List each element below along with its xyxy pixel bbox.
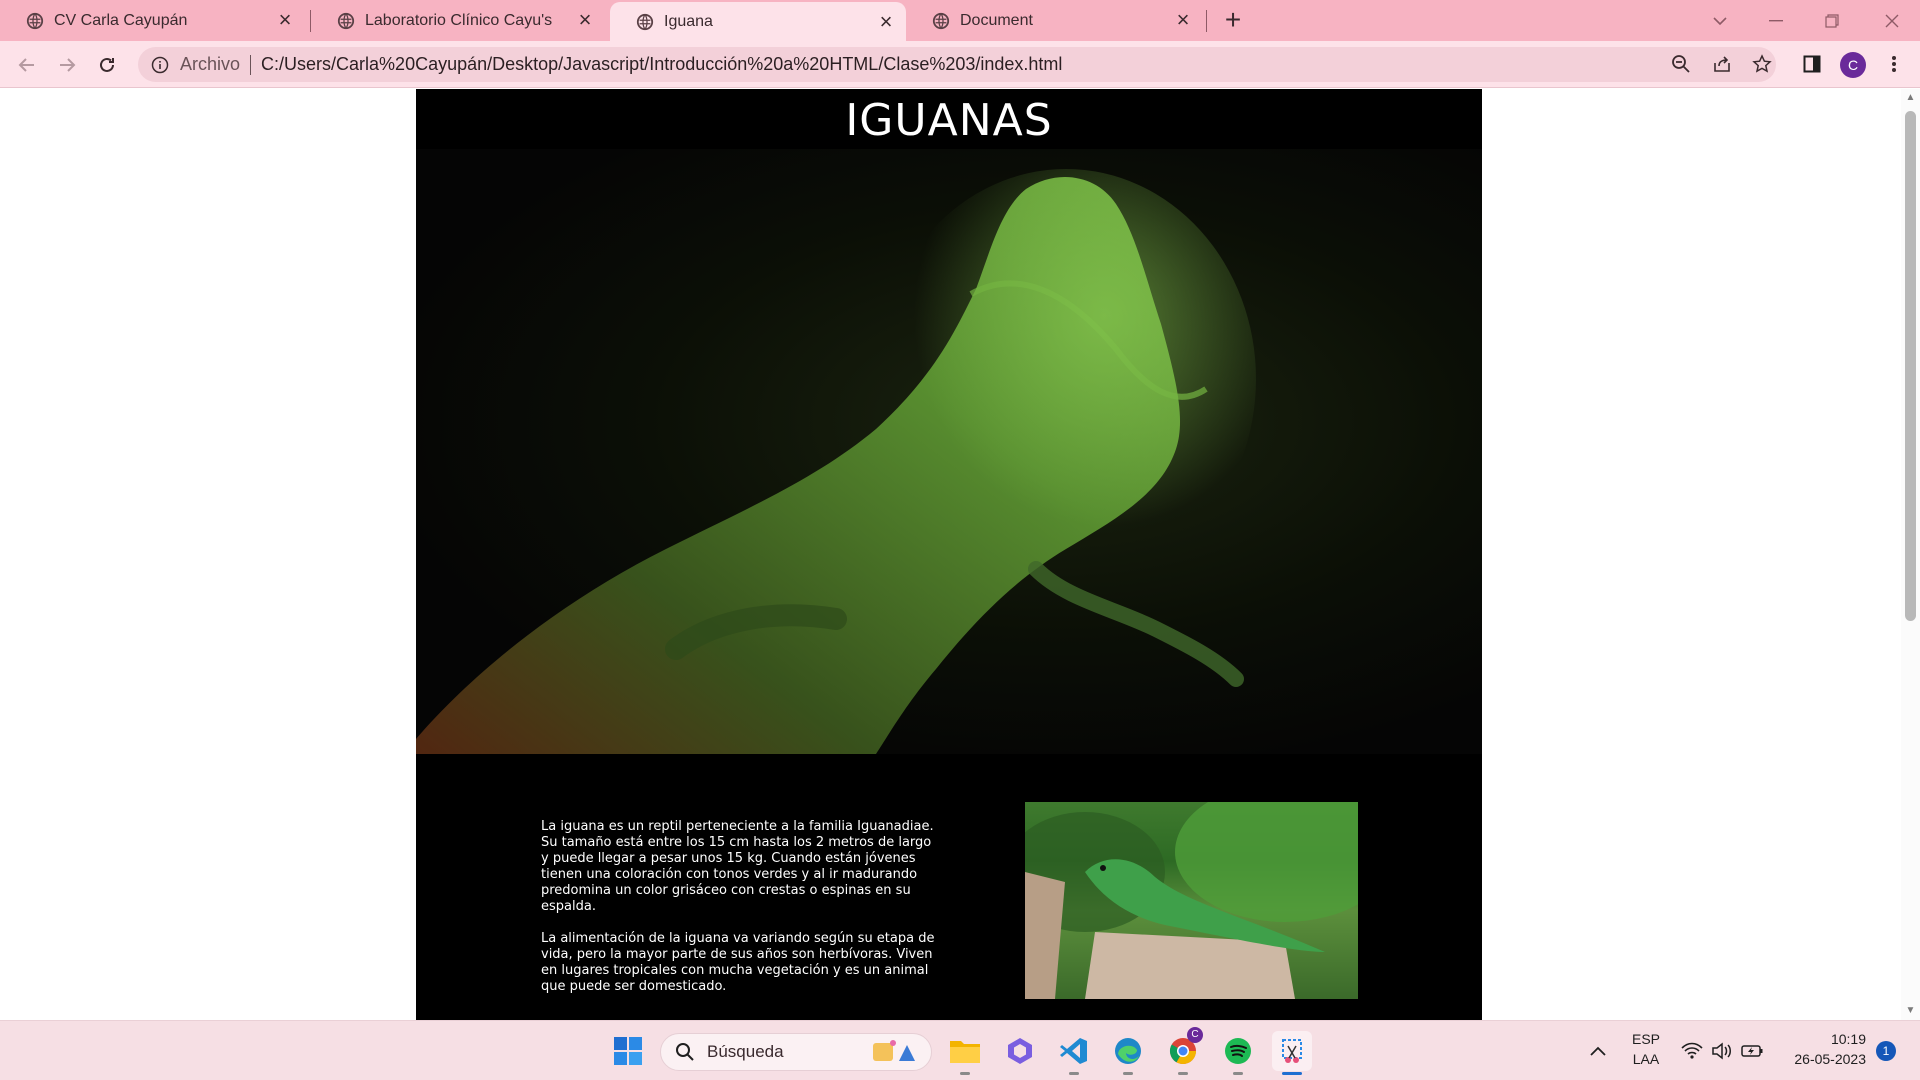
windows-logo-icon xyxy=(614,1037,642,1065)
share-icon[interactable] xyxy=(1708,50,1736,78)
clock[interactable]: 10:19 26-05-2023 xyxy=(1776,1031,1866,1067)
tab-laboratorio[interactable]: Laboratorio Clínico Cayu's × xyxy=(311,0,605,41)
side-panel-icon[interactable] xyxy=(1798,50,1826,78)
new-tab-button[interactable]: + xyxy=(1218,6,1248,36)
zoom-icon[interactable] xyxy=(1667,50,1695,78)
globe-icon xyxy=(337,12,355,29)
scroll-down-icon[interactable]: ▼ xyxy=(1905,1006,1916,1016)
vertical-scrollbar[interactable]: ▲ ▼ xyxy=(1901,89,1920,1020)
search-label: Búsqueda xyxy=(707,1042,784,1061)
show-hidden-icons-chevron-icon[interactable] xyxy=(1578,1031,1618,1071)
tab-divider xyxy=(1206,10,1207,32)
tab-cv[interactable]: CV Carla Cayupán × xyxy=(0,0,305,41)
browser-toolbar: Archivo C:/Users/Carla%20Cayupán/Desktop… xyxy=(0,41,1920,88)
search-icon xyxy=(676,1043,694,1061)
close-tab-icon[interactable]: × xyxy=(1173,9,1193,31)
arrow-right-icon xyxy=(60,58,76,72)
windows-taskbar: Búsqueda C ESP LAA 10:19 26-05-2023 xyxy=(0,1020,1920,1080)
menu-kebab-icon[interactable] xyxy=(1880,50,1908,78)
forward-button[interactable] xyxy=(51,49,83,81)
globe-icon xyxy=(932,12,950,29)
close-tab-icon[interactable]: × xyxy=(575,9,595,31)
url-divider xyxy=(250,54,252,75)
tab-document[interactable]: Document × xyxy=(906,0,1203,41)
page-title: IGUANAS xyxy=(845,95,1053,146)
scrollbar-thumb[interactable] xyxy=(1905,111,1916,621)
taskbar-search[interactable]: Búsqueda xyxy=(660,1033,932,1071)
arrow-left-icon xyxy=(18,58,34,72)
page-viewport: IGUANAS La iguana es un reptil perteneci… xyxy=(0,89,1901,1020)
reload-button[interactable] xyxy=(91,49,123,81)
iguana-on-stump-illustration xyxy=(1025,802,1358,999)
keyboard-layout-label: LAA xyxy=(1632,1051,1660,1067)
scroll-up-icon[interactable]: ▲ xyxy=(1905,93,1916,103)
page-content: IGUANAS La iguana es un reptil perteneci… xyxy=(416,89,1482,1020)
tab-iguana[interactable]: Iguana × xyxy=(610,2,906,41)
paragraph-description: La iguana es un reptil perteneciente a l… xyxy=(541,819,934,914)
wifi-icon xyxy=(1681,1042,1703,1059)
url-scheme-label: Archivo xyxy=(180,54,241,74)
tab-title: Laboratorio Clínico Cayu's xyxy=(365,11,553,29)
vscode-icon[interactable] xyxy=(1054,1031,1094,1075)
language-indicator[interactable]: ESP LAA xyxy=(1622,1031,1670,1067)
description-text: La iguana es un reptil perteneciente a l… xyxy=(541,819,941,995)
edge-icon[interactable] xyxy=(1108,1031,1148,1075)
battery-charging-icon xyxy=(1741,1045,1763,1057)
spotify-icon[interactable] xyxy=(1218,1031,1258,1075)
volume-icon xyxy=(1712,1042,1731,1060)
close-tab-icon[interactable]: × xyxy=(275,9,295,31)
start-button[interactable] xyxy=(608,1031,648,1071)
language-label: ESP xyxy=(1631,1031,1660,1047)
reload-icon xyxy=(100,57,114,72)
restore-button[interactable] xyxy=(1804,0,1860,41)
quick-settings[interactable] xyxy=(1672,1031,1772,1071)
tab-strip: CV Carla Cayupán × Laboratorio Clínico C… xyxy=(0,0,1920,41)
search-highlight-icon xyxy=(873,1040,915,1061)
iguana-photo xyxy=(1025,802,1358,999)
copilot-icon[interactable] xyxy=(1000,1031,1040,1071)
chrome-profile-badge: C xyxy=(1187,1027,1203,1043)
clock-time: 10:19 xyxy=(1830,1031,1866,1047)
address-bar[interactable]: Archivo C:/Users/Carla%20Cayupán/Desktop… xyxy=(138,47,1776,82)
chrome-icon[interactable]: C xyxy=(1163,1027,1203,1075)
close-window-button[interactable] xyxy=(1864,0,1920,41)
tab-title: Iguana xyxy=(664,12,713,30)
snipping-tool-icon[interactable] xyxy=(1272,1031,1312,1075)
paragraph-diet: La alimentación de la iguana va variando… xyxy=(541,931,935,994)
tab-title: Document xyxy=(960,11,1033,29)
clock-date: 26-05-2023 xyxy=(1794,1051,1866,1067)
minimize-button[interactable] xyxy=(1748,0,1804,41)
tab-title: CV Carla Cayupán xyxy=(54,11,188,29)
info-icon[interactable] xyxy=(150,55,170,75)
profile-avatar[interactable]: C xyxy=(1840,52,1866,78)
back-button[interactable] xyxy=(11,49,43,81)
url-text[interactable]: C:/Users/Carla%20Cayupán/Desktop/Javascr… xyxy=(261,54,1062,75)
bookmark-star-icon[interactable] xyxy=(1748,50,1776,78)
hero-image-iguana xyxy=(416,149,1482,754)
globe-icon xyxy=(636,13,654,30)
notification-badge[interactable]: 1 xyxy=(1876,1041,1896,1061)
tab-search-chevron-icon[interactable] xyxy=(1692,0,1748,41)
close-tab-icon[interactable]: × xyxy=(876,11,896,33)
iguana-illustration xyxy=(416,169,1256,754)
file-explorer-icon[interactable] xyxy=(945,1031,985,1075)
globe-icon xyxy=(26,12,44,29)
